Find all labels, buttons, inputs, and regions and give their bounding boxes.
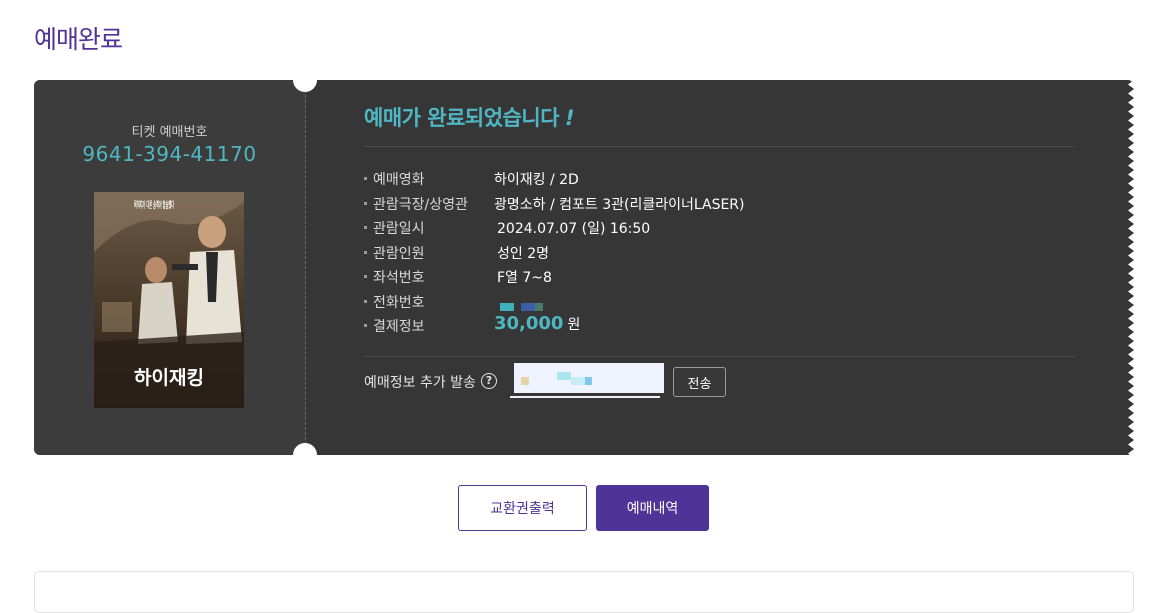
- bullet: [364, 299, 367, 303]
- booking-details: 예매가 완료되었습니다! 예매영화 하이재킹 / 2D 관람극장/상영관 광명소…: [364, 80, 1074, 455]
- info-value: 하이재킹 / 2D: [494, 172, 579, 188]
- info-row-people: 관람인원 성인 2명: [364, 242, 1074, 267]
- bullet: [364, 275, 367, 278]
- info-row-payment: 결제정보 30,000 원: [364, 313, 1074, 340]
- redacted-mark: [535, 302, 543, 311]
- ticket-zigzag-edge: [1128, 80, 1134, 455]
- divider: [364, 356, 1074, 357]
- info-value: F열 7~8: [497, 270, 552, 286]
- page-title: 예매완료: [34, 25, 123, 54]
- info-label: 좌석번호: [373, 270, 425, 286]
- redacted-mark: [585, 377, 592, 385]
- info-value: 성인 2명: [497, 245, 549, 262]
- info-row-phone: 전화번호: [364, 291, 1074, 316]
- bullet: [364, 226, 367, 229]
- help-icon[interactable]: ?: [481, 373, 497, 389]
- print-ticket-button[interactable]: 교환권출력: [458, 485, 587, 531]
- info-label: 관람일시: [373, 221, 425, 237]
- bullet: [364, 201, 367, 205]
- info-value: 2024.07.07 (일) 16:50: [497, 221, 651, 237]
- ticket-card: 티켓 예매번호 9641-394-41170 하이재킹 예매가 완료되었습니다 …: [34, 80, 1134, 455]
- bullet: [364, 324, 367, 327]
- poster-title: 하이재킹: [134, 367, 204, 389]
- price-amount: 30,000: [494, 313, 564, 334]
- complete-mark: !: [565, 106, 575, 130]
- ticket-notch-bottom: [293, 443, 317, 455]
- booking-number-label: 티켓 예매번호: [131, 125, 208, 140]
- booking-history-button[interactable]: 예매내역: [596, 485, 709, 531]
- redacted-mark: [521, 377, 529, 385]
- send-info-label: 예매정보 추가 발송: [364, 375, 476, 391]
- input-underline: [510, 396, 660, 398]
- info-label: 관람인원: [373, 245, 425, 262]
- info-row-datetime: 관람일시 2024.07.07 (일) 16:50: [364, 217, 1074, 242]
- ticket-stub: 티켓 예매번호 9641-394-41170 하이재킹: [34, 80, 306, 455]
- info-label: 전화번호: [373, 294, 425, 311]
- booking-complete-message: 예매가 완료되었습니다!: [364, 102, 575, 132]
- info-row-movie: 예매영화 하이재킹 / 2D: [364, 168, 1074, 193]
- complete-text: 예매가 완료되었습니다: [364, 106, 560, 130]
- booking-info-list: 예매영화 하이재킹 / 2D 관람극장/상영관 광명소하 / 컴포트 3관(리클…: [364, 168, 1074, 340]
- send-info-row: 예매정보 추가 발송 ? 전송: [364, 363, 1074, 403]
- redacted-mark: [571, 377, 585, 385]
- movie-poster: 하이재킹 목적지가 다른 승객이 탑승했다: [94, 192, 244, 408]
- redacted-mark: [500, 302, 514, 311]
- info-row-theater: 관람극장/상영관 광명소하 / 컴포트 3관(리클라이너LASER): [364, 193, 1074, 218]
- bullet: [364, 177, 367, 180]
- redacted-mark: [557, 372, 571, 380]
- info-label: 예매영화: [373, 172, 425, 188]
- payment-value: 30,000 원: [494, 313, 581, 337]
- booking-number: 9641-394-41170: [82, 142, 257, 166]
- divider: [364, 146, 1074, 147]
- movie-poster-image: 하이재킹 목적지가 다른 승객이 탑승했다: [94, 192, 244, 408]
- poster-tagline: 목적지가 다른 승객이 탑승했다: [134, 199, 174, 211]
- price-unit: 원: [567, 317, 581, 333]
- redacted-mark: [521, 302, 535, 311]
- bottom-info-panel: [34, 571, 1134, 613]
- info-value: 광명소하 / 컴포트 3관(리클라이너LASER): [494, 196, 745, 213]
- info-row-seat: 좌석번호 F열 7~8: [364, 266, 1074, 291]
- bullet: [364, 250, 367, 254]
- send-button[interactable]: 전송: [673, 367, 726, 397]
- info-label: 결제정보: [373, 319, 425, 335]
- info-label: 관람극장/상영관: [373, 196, 468, 213]
